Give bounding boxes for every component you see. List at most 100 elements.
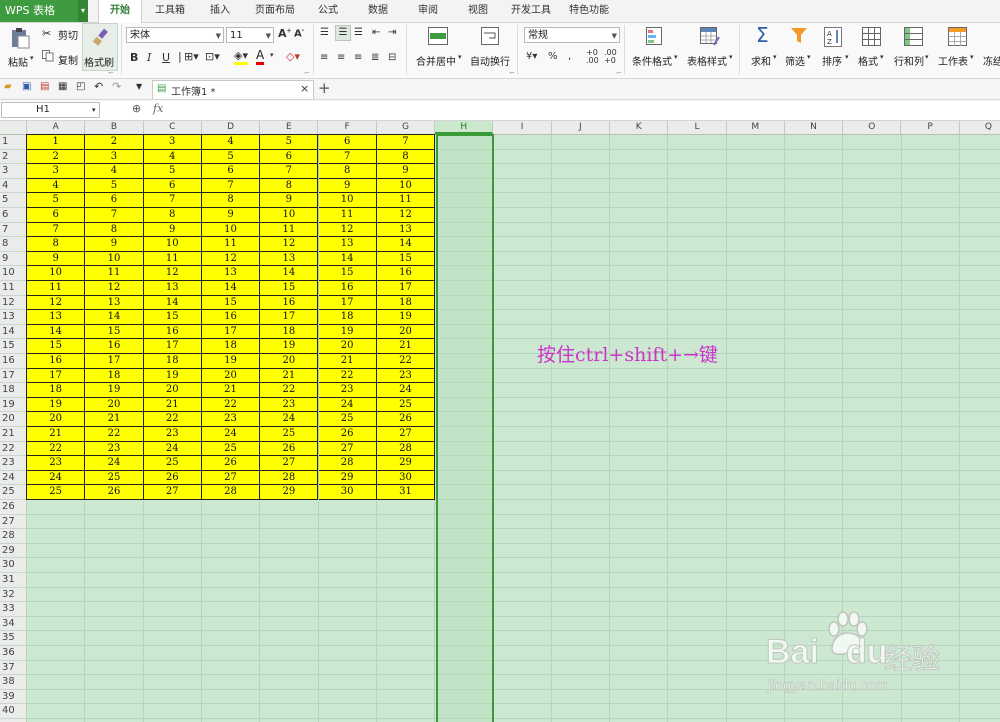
cell-B20[interactable]: 21 bbox=[85, 412, 144, 427]
cell-D23[interactable]: 26 bbox=[201, 456, 261, 471]
row-header-33[interactable]: 33 bbox=[0, 602, 26, 617]
tab-insert[interactable]: 插入 bbox=[200, 0, 240, 22]
cell-C2[interactable]: 4 bbox=[143, 149, 202, 165]
cell-A11[interactable]: 11 bbox=[27, 281, 86, 296]
cell-G16[interactable]: 22 bbox=[376, 354, 436, 369]
zoom-icon[interactable]: ⊕ bbox=[132, 102, 141, 115]
cell-A25[interactable]: 25 bbox=[27, 485, 86, 500]
cell-C17[interactable]: 19 bbox=[143, 368, 202, 384]
row-header-11[interactable]: 11 bbox=[0, 281, 26, 296]
row-header-39[interactable]: 39 bbox=[0, 690, 26, 705]
cell-E17[interactable]: 21 bbox=[260, 368, 319, 384]
cell-C1[interactable]: 3 bbox=[143, 135, 202, 150]
row-header-15[interactable]: 15 bbox=[0, 339, 26, 354]
tab-page-layout[interactable]: 页面布局 bbox=[248, 0, 302, 22]
cell-E16[interactable]: 20 bbox=[260, 354, 319, 369]
increase-font-icon[interactable]: A+ bbox=[278, 27, 292, 40]
indent-increase-icon[interactable]: ⇥ bbox=[388, 27, 396, 38]
underline-icon[interactable]: U bbox=[162, 51, 170, 64]
cell-C6[interactable]: 8 bbox=[143, 208, 202, 223]
cell-A23[interactable]: 23 bbox=[27, 456, 86, 471]
cell-A3[interactable]: 3 bbox=[27, 164, 86, 179]
cell-G18[interactable]: 24 bbox=[376, 383, 436, 398]
row-header-13[interactable]: 13 bbox=[0, 310, 26, 325]
cell-C10[interactable]: 12 bbox=[143, 266, 202, 281]
cell-F3[interactable]: 8 bbox=[318, 164, 377, 179]
cell-A12[interactable]: 12 bbox=[27, 295, 86, 311]
cell-A18[interactable]: 18 bbox=[27, 383, 86, 398]
print-icon[interactable]: ▦ bbox=[58, 81, 67, 92]
font-color-icon[interactable]: A bbox=[256, 48, 265, 65]
font-size-select[interactable]: 11 ▼ bbox=[226, 27, 274, 43]
decrease-decimal-icon[interactable]: .00 +0 bbox=[604, 49, 617, 65]
row-header-36[interactable]: 36 bbox=[0, 646, 26, 661]
cell-E19[interactable]: 23 bbox=[260, 397, 319, 413]
cell-B21[interactable]: 22 bbox=[85, 427, 144, 442]
row-header-26[interactable]: 26 bbox=[0, 500, 26, 515]
cell-E6[interactable]: 10 bbox=[260, 208, 319, 223]
row-header-10[interactable]: 10 bbox=[0, 266, 26, 281]
bold-icon[interactable]: B bbox=[130, 51, 138, 64]
cell-B11[interactable]: 12 bbox=[85, 281, 144, 296]
print-preview-icon[interactable]: ◰ bbox=[76, 81, 85, 92]
cell-G6[interactable]: 12 bbox=[376, 208, 436, 223]
cell-E9[interactable]: 13 bbox=[260, 251, 319, 267]
cell-C16[interactable]: 18 bbox=[143, 354, 202, 369]
cell-G21[interactable]: 27 bbox=[376, 427, 436, 442]
undo-icon[interactable]: ↶ bbox=[94, 80, 103, 93]
tab-special[interactable]: 特色功能 bbox=[562, 0, 616, 22]
format-painter-button[interactable]: 格式刷 bbox=[82, 23, 118, 71]
cell-F17[interactable]: 22 bbox=[318, 368, 377, 384]
cell-B22[interactable]: 23 bbox=[85, 441, 144, 457]
cell-G1[interactable]: 7 bbox=[376, 135, 436, 150]
cell-B23[interactable]: 24 bbox=[85, 456, 144, 471]
font-name-select[interactable]: 宋体 ▼ bbox=[126, 27, 224, 43]
tab-view[interactable]: 视图 bbox=[458, 0, 498, 22]
cell-G8[interactable]: 14 bbox=[376, 237, 436, 252]
cell-B2[interactable]: 3 bbox=[85, 149, 144, 165]
cell-G11[interactable]: 17 bbox=[376, 281, 436, 296]
cell-F16[interactable]: 21 bbox=[318, 354, 377, 369]
row-header-37[interactable]: 37 bbox=[0, 661, 26, 676]
cell-C23[interactable]: 25 bbox=[143, 456, 202, 471]
cell-E1[interactable]: 5 bbox=[260, 135, 319, 150]
cell-C8[interactable]: 10 bbox=[143, 237, 202, 252]
column-header-B[interactable]: B bbox=[85, 121, 144, 134]
cell-F21[interactable]: 26 bbox=[318, 427, 377, 442]
customize-qa-icon[interactable]: ▼ bbox=[136, 82, 142, 91]
cell-C24[interactable]: 26 bbox=[143, 470, 202, 486]
cell-E15[interactable]: 19 bbox=[260, 339, 319, 354]
cell-F4[interactable]: 9 bbox=[318, 178, 377, 194]
cell-D14[interactable]: 17 bbox=[201, 324, 261, 340]
align-top-icon[interactable]: ☰ bbox=[320, 27, 329, 38]
row-header-32[interactable]: 32 bbox=[0, 588, 26, 603]
align-left-icon[interactable]: ≡ bbox=[320, 52, 328, 63]
column-header-O[interactable]: O bbox=[843, 121, 902, 134]
cell-C13[interactable]: 15 bbox=[143, 310, 202, 325]
cell-F19[interactable]: 24 bbox=[318, 397, 377, 413]
row-header-9[interactable]: 9 bbox=[0, 252, 26, 267]
column-header-Q[interactable]: Q bbox=[960, 121, 1000, 134]
align-middle-icon[interactable]: ☰ bbox=[335, 25, 351, 41]
cell-D4[interactable]: 7 bbox=[201, 178, 261, 194]
cell-C18[interactable]: 20 bbox=[143, 383, 202, 398]
cell-G3[interactable]: 9 bbox=[376, 164, 436, 179]
column-header-P[interactable]: P bbox=[902, 121, 960, 134]
app-menu-button[interactable]: WPS 表格 bbox=[0, 0, 78, 22]
column-header-I[interactable]: I bbox=[493, 121, 552, 134]
comma-icon[interactable]: , bbox=[568, 51, 571, 62]
row-header-40[interactable]: 40 bbox=[0, 704, 26, 719]
cell-G25[interactable]: 31 bbox=[376, 485, 436, 500]
cell-E8[interactable]: 12 bbox=[260, 237, 319, 252]
cell-G12[interactable]: 18 bbox=[376, 295, 436, 311]
justify-icon[interactable]: ≣ bbox=[371, 52, 379, 63]
column-header-D[interactable]: D bbox=[202, 121, 261, 134]
cell-A10[interactable]: 10 bbox=[27, 266, 86, 281]
cell-A9[interactable]: 9 bbox=[27, 251, 86, 267]
cell-G9[interactable]: 15 bbox=[376, 251, 436, 267]
cell-F15[interactable]: 20 bbox=[318, 339, 377, 354]
cell-F9[interactable]: 14 bbox=[318, 251, 377, 267]
cell-F24[interactable]: 29 bbox=[318, 470, 377, 486]
cell-A2[interactable]: 2 bbox=[27, 149, 86, 165]
cell-B3[interactable]: 4 bbox=[85, 164, 144, 179]
